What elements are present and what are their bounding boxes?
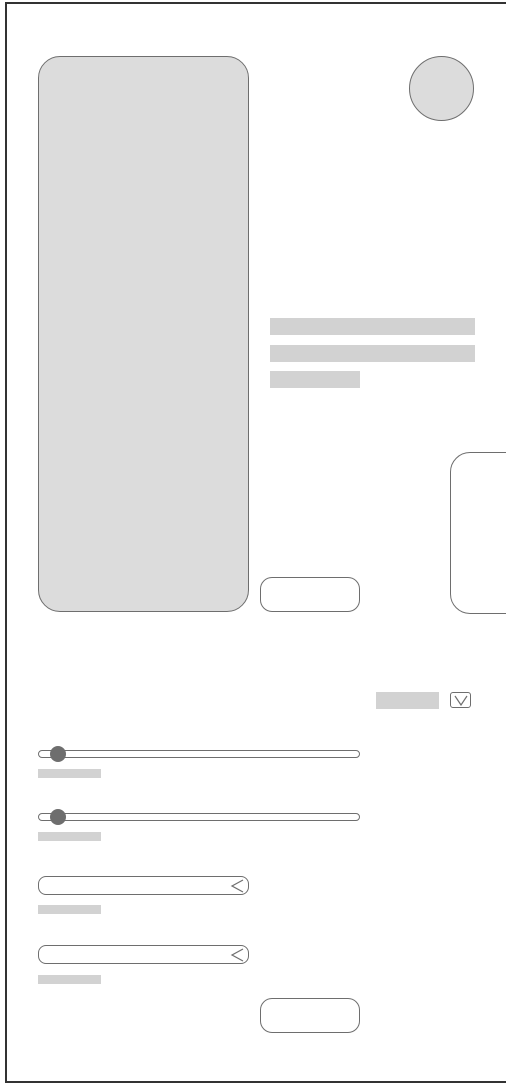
- slider-thumb-2[interactable]: [50, 809, 66, 825]
- avatar[interactable]: [409, 56, 474, 121]
- dropdown-toggle[interactable]: [450, 692, 471, 708]
- slider-caption-1: [38, 769, 101, 778]
- description-line-2: [270, 345, 475, 362]
- combobox-caption-2: [38, 975, 101, 984]
- description-line-1: [270, 318, 475, 335]
- slider-caption-2: [38, 832, 101, 841]
- side-panel-tab[interactable]: [450, 452, 506, 614]
- slider-track-1[interactable]: [38, 750, 360, 758]
- secondary-button[interactable]: [260, 998, 360, 1033]
- chevron-left-icon: [230, 879, 244, 893]
- combobox-2[interactable]: [38, 945, 249, 964]
- chevron-down-icon: [454, 695, 468, 706]
- description-line-3: [270, 371, 360, 388]
- slider-track-2[interactable]: [38, 813, 360, 821]
- combobox-1[interactable]: [38, 876, 249, 895]
- dropdown-selected-value: [376, 692, 439, 709]
- combobox-caption-1: [38, 905, 101, 914]
- image-placeholder: [38, 56, 249, 612]
- chevron-left-icon: [230, 948, 244, 962]
- primary-button[interactable]: [260, 577, 360, 612]
- slider-thumb-1[interactable]: [50, 746, 66, 762]
